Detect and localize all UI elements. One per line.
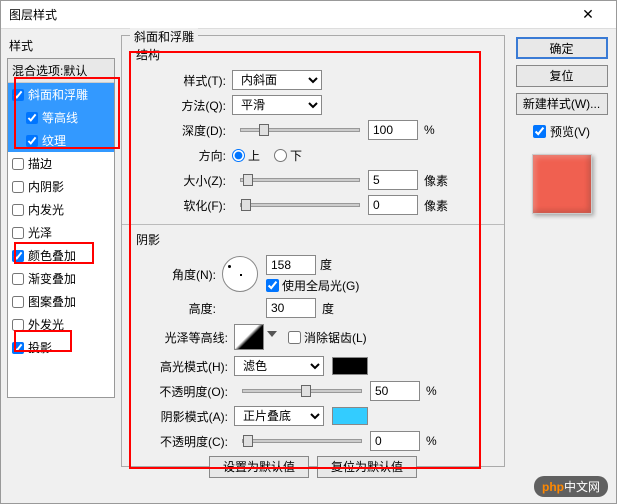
shadow-color-swatch[interactable] (332, 407, 368, 425)
style-select[interactable]: 内斜面 (232, 70, 322, 90)
style-check[interactable] (12, 273, 24, 285)
cancel-button[interactable]: 复位 (516, 65, 608, 87)
style-check[interactable] (12, 227, 24, 239)
structure-title: 结构 (136, 46, 494, 63)
style-check[interactable] (12, 181, 24, 193)
styles-list: 混合选项:默认 斜面和浮雕 等高线 纹理 描边 内阴影 (7, 58, 115, 398)
highlight-opacity-slider[interactable] (242, 389, 362, 393)
blend-options[interactable]: 混合选项:默认 (8, 59, 114, 83)
style-check[interactable] (26, 112, 38, 124)
new-style-button[interactable]: 新建样式(W)... (516, 93, 608, 115)
style-check[interactable] (12, 204, 24, 216)
group-title: 斜面和浮雕 (130, 28, 198, 45)
style-check[interactable] (12, 319, 24, 331)
highlight-mode-label: 高光模式(H): (152, 358, 234, 375)
highlight-color-swatch[interactable] (332, 357, 368, 375)
altitude-label: 高度: (152, 300, 222, 317)
titlebar: 图层样式 ✕ (1, 1, 616, 29)
size-slider[interactable] (240, 178, 360, 182)
style-bevel-emboss[interactable]: 斜面和浮雕 (8, 83, 114, 106)
shadow-opacity-label: 不透明度(C): (152, 433, 234, 450)
ok-button[interactable]: 确定 (516, 37, 608, 59)
style-outer-glow[interactable]: 外发光 (8, 313, 114, 336)
angle-input[interactable] (266, 255, 316, 275)
style-gradient-overlay[interactable]: 渐变叠加 (8, 267, 114, 290)
preview-thumbnail (532, 154, 592, 214)
dir-up-radio[interactable]: 上 (232, 147, 260, 164)
highlight-opacity-input[interactable] (370, 381, 420, 401)
soften-slider[interactable] (240, 203, 360, 207)
style-stroke[interactable]: 描边 (8, 152, 114, 175)
shadow-opacity-slider[interactable] (242, 439, 362, 443)
size-label: 大小(Z): (162, 172, 232, 189)
reset-default-button[interactable]: 复位为默认值 (317, 456, 417, 478)
highlight-opacity-label: 不透明度(O): (152, 383, 234, 400)
method-select[interactable]: 平滑 (232, 95, 322, 115)
shadow-mode-label: 阴影模式(A): (152, 408, 234, 425)
style-color-overlay[interactable]: 颜色叠加 (8, 244, 114, 267)
style-contour[interactable]: 等高线 (8, 106, 114, 129)
style-check[interactable] (12, 250, 24, 262)
style-inner-glow[interactable]: 内发光 (8, 198, 114, 221)
angle-widget[interactable] (222, 256, 258, 292)
antialias-check[interactable]: 消除锯齿(L) (288, 329, 367, 346)
size-input[interactable] (368, 170, 418, 190)
style-check[interactable] (12, 89, 24, 101)
shadow-mode-select[interactable]: 正片叠底 (234, 406, 324, 426)
preview-check[interactable]: 预览(V) (533, 123, 590, 140)
style-pattern-overlay[interactable]: 图案叠加 (8, 290, 114, 313)
shading-title: 阴影 (136, 231, 494, 248)
style-label: 样式(T): (162, 72, 232, 89)
depth-input[interactable] (368, 120, 418, 140)
shadow-opacity-input[interactable] (370, 431, 420, 451)
gloss-contour[interactable] (234, 324, 264, 350)
watermark: php中文网 (534, 476, 608, 497)
soften-label: 软化(F): (162, 197, 232, 214)
styles-panel: 样式 混合选项:默认 斜面和浮雕 等高线 纹理 描边 (1, 29, 121, 503)
dir-down-radio[interactable]: 下 (274, 147, 302, 164)
style-drop-shadow[interactable]: 投影 (8, 336, 114, 359)
gloss-label: 光泽等高线: (152, 329, 234, 346)
depth-slider[interactable] (240, 128, 360, 132)
window-title: 图层样式 (9, 6, 568, 23)
style-satin[interactable]: 光泽 (8, 221, 114, 244)
depth-label: 深度(D): (162, 122, 232, 139)
soften-input[interactable] (368, 195, 418, 215)
style-check[interactable] (26, 135, 38, 147)
direction-label: 方向: (162, 147, 232, 164)
action-panel: 确定 复位 新建样式(W)... 预览(V) (511, 29, 616, 503)
style-check[interactable] (12, 158, 24, 170)
style-check[interactable] (12, 296, 24, 308)
angle-label: 角度(N): (152, 266, 222, 283)
style-inner-shadow[interactable]: 内阴影 (8, 175, 114, 198)
style-check[interactable] (12, 342, 24, 354)
highlight-mode-select[interactable]: 滤色 (234, 356, 324, 376)
global-light-check[interactable]: 使用全局光(G) (266, 277, 359, 294)
bevel-emboss-group: 斜面和浮雕 结构 样式(T): 内斜面 方法(Q): 平滑 深度(D): % (121, 35, 505, 467)
method-label: 方法(Q): (162, 97, 232, 114)
settings-panel: 斜面和浮雕 结构 样式(T): 内斜面 方法(Q): 平滑 深度(D): % (121, 29, 511, 503)
close-icon[interactable]: ✕ (568, 6, 608, 23)
style-texture[interactable]: 纹理 (8, 129, 114, 152)
altitude-input[interactable] (266, 298, 316, 318)
styles-title: 样式 (7, 37, 115, 54)
make-default-button[interactable]: 设置为默认值 (209, 456, 309, 478)
